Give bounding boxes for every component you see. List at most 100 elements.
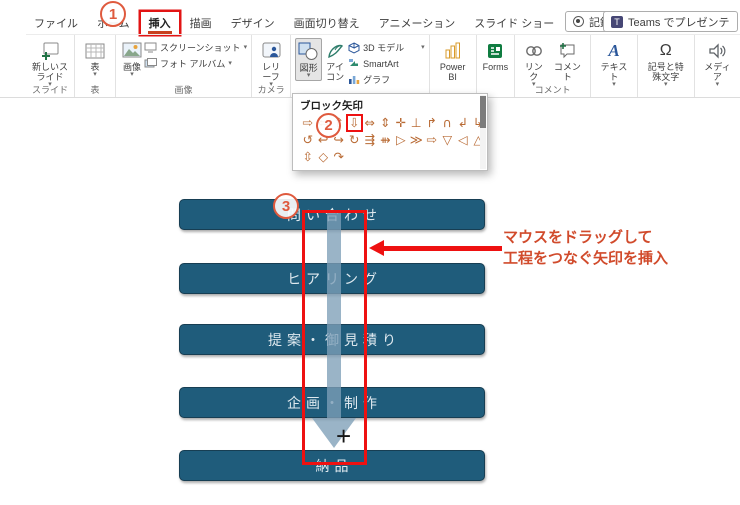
symbols-label: 記号と特殊文字 bbox=[647, 62, 684, 82]
block-arrow-shape[interactable]: ⇔ bbox=[362, 115, 378, 131]
ribbon-tab-0[interactable]: ファイル bbox=[26, 12, 86, 34]
ribbon-tab-5[interactable]: 画面切り替え bbox=[286, 12, 368, 34]
new-slide-button[interactable]: 新しいスライド ▾ bbox=[30, 38, 70, 89]
chevron-down-icon: ▾ bbox=[93, 71, 97, 78]
screenshot-icon bbox=[144, 42, 157, 53]
ribbon-tab-3[interactable]: 描画 bbox=[182, 12, 220, 34]
cameo-button[interactable]: レリーフ ▾ bbox=[256, 38, 286, 89]
block-arrow-shape[interactable]: ⇶ bbox=[362, 132, 378, 148]
speaker-icon bbox=[708, 39, 727, 62]
block-arrow-shape[interactable]: ▽ bbox=[440, 132, 456, 148]
chart-label: グラフ bbox=[363, 75, 391, 85]
photo-album-icon bbox=[144, 58, 157, 68]
chevron-down-icon: ▾ bbox=[243, 43, 248, 51]
annotation-arrow-head bbox=[369, 240, 384, 256]
block-arrow-shape[interactable]: ≫ bbox=[409, 132, 425, 148]
powerbi-button[interactable]: Power BI bbox=[434, 38, 472, 83]
picture-button[interactable]: 画像 ▾ bbox=[120, 38, 144, 79]
block-arrow-shape[interactable]: ↲ bbox=[455, 115, 471, 131]
comment-label: コメント bbox=[553, 62, 581, 82]
block-arrow-shape[interactable]: ↱ bbox=[424, 115, 440, 131]
text-button[interactable]: A テキスト ▾ bbox=[595, 38, 633, 89]
forms-icon bbox=[486, 39, 504, 62]
icons-button[interactable]: アイコン bbox=[322, 38, 348, 83]
picture-icon bbox=[122, 39, 142, 62]
chevron-down-icon: ▾ bbox=[306, 72, 311, 79]
comment-bubble-icon bbox=[558, 39, 577, 62]
link-button[interactable]: リンク ▾ bbox=[519, 38, 548, 89]
block-arrow-shape[interactable]: ⇨ bbox=[424, 132, 440, 148]
photo-album-button[interactable]: フォト アルバム ▾ bbox=[144, 56, 247, 71]
highlight-rectangle bbox=[302, 210, 367, 465]
slides-group: 新しいスライド ▾ スライド bbox=[26, 35, 75, 97]
block-arrow-shape[interactable]: ◇ bbox=[316, 149, 332, 165]
camera-group-label: カメラ bbox=[257, 85, 285, 95]
smartart-icon bbox=[349, 59, 359, 66]
block-arrow-shape[interactable]: ↷ bbox=[331, 149, 347, 165]
3d-cube-icon bbox=[348, 41, 360, 54]
new-slide-label: 新しいスライド bbox=[32, 62, 69, 82]
forms-button[interactable]: Forms bbox=[481, 38, 511, 73]
camera-group: レリーフ ▾ カメラ bbox=[252, 35, 292, 97]
chevron-down-icon: ▾ bbox=[612, 81, 616, 88]
powerbi-icon bbox=[444, 39, 462, 62]
chevron-down-icon: ▾ bbox=[130, 71, 134, 78]
ribbon-tab-6[interactable]: アニメーション bbox=[371, 12, 464, 34]
screenshot-label: スクリーンショット bbox=[160, 43, 241, 53]
media-group: メディア ▾ bbox=[695, 35, 740, 97]
forms-group: Forms bbox=[477, 35, 516, 97]
teams-button-label: Teams でプレゼンテ bbox=[628, 16, 730, 29]
media-label: メディア bbox=[704, 62, 731, 82]
step-1-badge: 1 bbox=[100, 1, 126, 27]
block-arrow-shape[interactable]: ▷ bbox=[393, 132, 409, 148]
3d-models-button[interactable]: 3D モデル ▾ bbox=[348, 40, 425, 55]
text-label: テキスト bbox=[600, 62, 628, 82]
block-arrow-shape[interactable]: ↻ bbox=[347, 132, 363, 148]
ribbon-tab-7[interactable]: スライド ショー bbox=[466, 12, 562, 34]
slides-group-label: スライド bbox=[31, 85, 68, 95]
block-arrow-shape[interactable]: ⇨ bbox=[300, 115, 316, 131]
chevron-down-icon: ▾ bbox=[228, 59, 232, 67]
block-arrow-shape[interactable]: ⇳ bbox=[300, 149, 316, 165]
hummingbird-icon bbox=[326, 39, 345, 62]
block-arrow-shape[interactable]: ↺ bbox=[300, 132, 316, 148]
text-a-icon: A bbox=[608, 40, 620, 60]
block-arrow-shape[interactable]: ∩ bbox=[440, 115, 456, 131]
block-arrow-shape[interactable]: ✛ bbox=[393, 115, 409, 131]
block-arrows-section-title: ブロック矢印 bbox=[300, 100, 363, 112]
table-button[interactable]: 表 ▾ bbox=[83, 38, 107, 79]
images-group: 画像 ▾ スクリーンショット ▾ フォト アルバム ▾ 画像 bbox=[116, 35, 253, 97]
symbols-group: Ω 記号と特殊文字 ▾ bbox=[638, 35, 695, 97]
chevron-down-icon: ▾ bbox=[421, 43, 425, 51]
block-arrow-shape[interactable]: ◁ bbox=[455, 132, 471, 148]
cameo-label: レリーフ bbox=[262, 62, 281, 82]
annotation-text: マウスをドラッグして 工程をつなぐ矢印を挿入 bbox=[503, 227, 668, 269]
chart-button[interactable]: グラフ bbox=[348, 72, 425, 87]
media-button[interactable]: メディア ▾ bbox=[699, 38, 736, 89]
teams-camera-icon: T bbox=[611, 15, 623, 28]
teams-present-button[interactable]: T Teams でプレゼンテ bbox=[603, 11, 738, 32]
shapes-icon bbox=[298, 40, 319, 63]
forms-label: Forms bbox=[482, 62, 509, 72]
block-arrow-shape[interactable]: ⇻ bbox=[378, 132, 394, 148]
icons-label: アイコン bbox=[326, 62, 345, 82]
block-arrow-shape[interactable]: ⇕ bbox=[378, 115, 394, 131]
ribbon-tab-2[interactable]: 挿入 bbox=[140, 12, 179, 34]
powerbi-label: Power BI bbox=[439, 62, 466, 82]
smartart-button[interactable]: SmartArt bbox=[348, 56, 425, 71]
comment-button[interactable]: コメント bbox=[548, 38, 586, 83]
symbols-button[interactable]: Ω 記号と特殊文字 ▾ bbox=[642, 38, 690, 89]
powerbi-group: Power BI bbox=[430, 35, 477, 97]
shapes-button[interactable]: 図形 ▾ bbox=[295, 38, 323, 81]
ribbon-tab-4[interactable]: デザイン bbox=[223, 12, 283, 34]
gallery-scrollbar-thumb[interactable] bbox=[480, 96, 486, 128]
block-arrow-shape[interactable]: ⇩ bbox=[345, 114, 363, 132]
crosshair-cursor: + bbox=[336, 421, 352, 451]
table-group-label: 表 bbox=[90, 85, 100, 95]
screenshot-button[interactable]: スクリーンショット ▾ bbox=[144, 40, 247, 55]
3d-models-label: 3D モデル bbox=[363, 43, 405, 53]
link-chain-icon bbox=[524, 39, 544, 62]
gallery-row-2: ⇳ ◇ ↷ bbox=[300, 149, 477, 166]
block-arrow-shape[interactable]: ⊥ bbox=[409, 115, 425, 131]
links-comments-group: リンク ▾ コメント コメント bbox=[515, 35, 592, 97]
